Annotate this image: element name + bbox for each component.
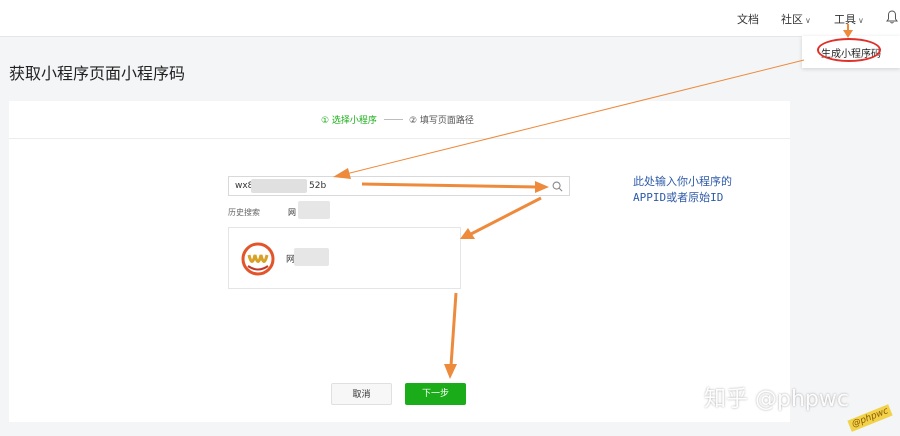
bell-icon[interactable]	[886, 10, 898, 24]
annotation-note: 此处输入你小程序的 APPID或者原始ID	[633, 174, 732, 206]
watermark: 知乎 @phpwc	[704, 387, 849, 412]
nav-community[interactable]: 社区 ∨	[781, 11, 811, 27]
nav-tools-label: 工具	[834, 13, 856, 26]
search-icon[interactable]	[552, 181, 563, 192]
history-label: 历史搜索	[228, 208, 260, 217]
search-result-card[interactable]: 网	[228, 227, 461, 289]
main-card: ① 选择小程序 ② 填写页面路径 wx8 52b 历史搜索 网 网 取消 下一步	[9, 101, 790, 422]
nav-docs[interactable]: 文档	[737, 11, 759, 27]
nav-tools[interactable]: 工具 ∨	[834, 11, 864, 27]
author-stamp: @phpwc	[847, 404, 894, 432]
blurred-text	[294, 248, 329, 266]
page-title: 获取小程序页面小程序码	[9, 64, 186, 83]
blurred-text	[298, 201, 330, 219]
highlight-ellipse	[817, 38, 881, 62]
step-connector	[384, 119, 403, 120]
annotation-line-1: 此处输入你小程序的	[633, 175, 732, 188]
chevron-down-icon: ∨	[805, 16, 811, 25]
divider	[9, 138, 790, 139]
history-item[interactable]: 网	[288, 207, 296, 218]
annotation-line-2: APPID或者原始ID	[633, 191, 724, 204]
next-step-button[interactable]: 下一步	[405, 383, 466, 405]
step-fill-path: ② 填写页面路径	[409, 116, 474, 126]
chevron-down-icon: ∨	[858, 16, 864, 25]
search-value-end: 52b	[309, 181, 327, 191]
blurred-text	[251, 179, 307, 193]
app-logo	[241, 242, 275, 276]
step-select-app: ① 选择小程序	[321, 116, 377, 126]
cancel-button[interactable]: 取消	[331, 383, 392, 405]
top-nav: 文档 社区 ∨ 工具 ∨	[0, 0, 900, 37]
search-input[interactable]: wx8 52b	[228, 176, 570, 196]
nav-community-label: 社区	[781, 13, 803, 26]
